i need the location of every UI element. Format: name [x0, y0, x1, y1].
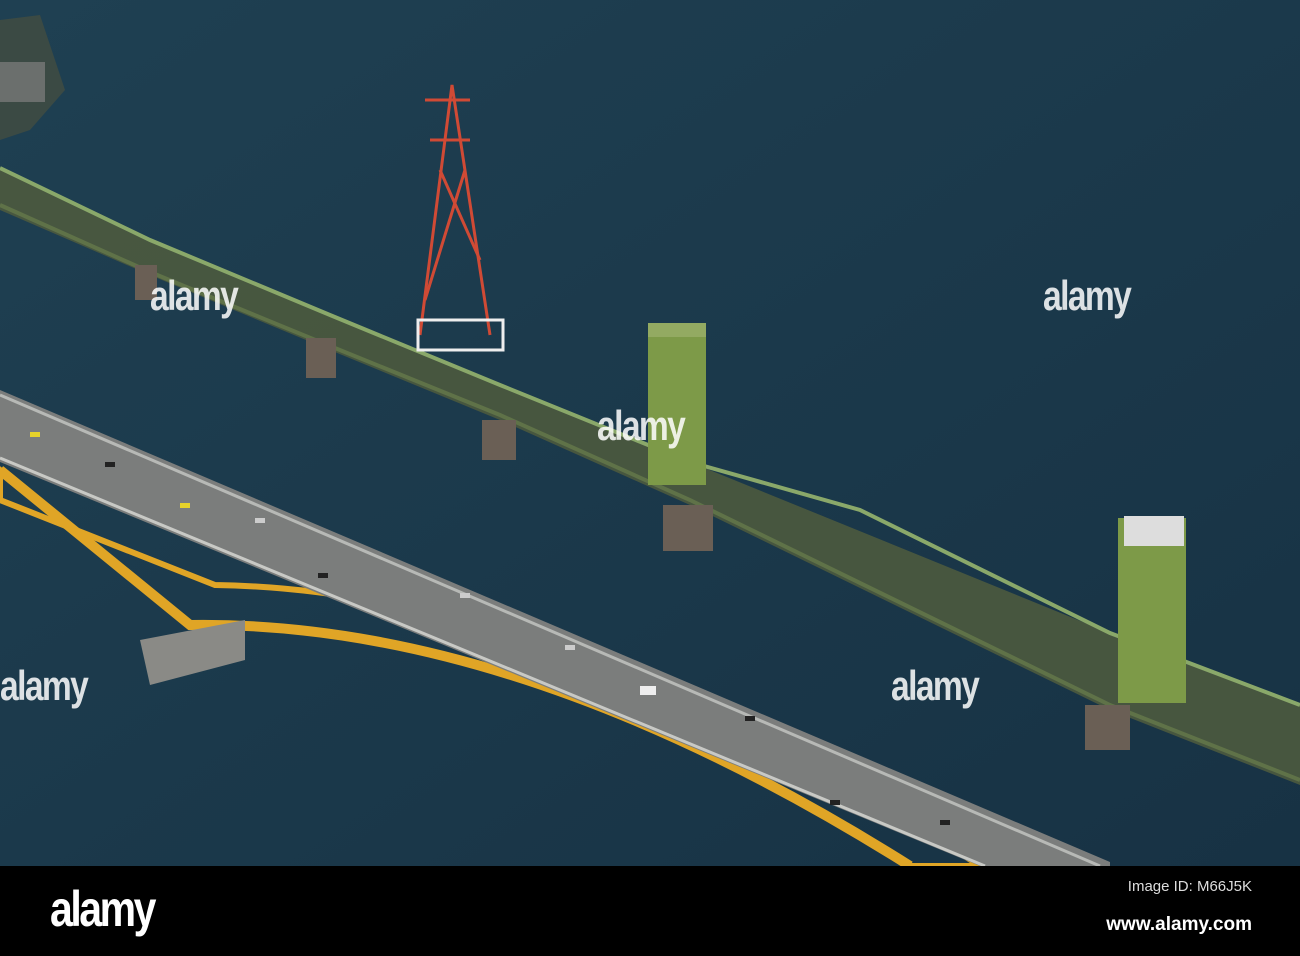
stock-photo-frame: alamy alamy alamy alamy alamy alamy Imag… [0, 0, 1300, 956]
pier [482, 420, 516, 460]
alamy-logo: alamy [50, 881, 156, 937]
image-id: Image ID: M66J5K [1127, 878, 1252, 895]
building [0, 62, 45, 102]
pier [306, 338, 336, 378]
footer-bar: alamy Image ID: M66J5K www.alamy.com [0, 866, 1300, 956]
watermark: alamy [0, 662, 89, 709]
watermark: alamy [597, 402, 686, 449]
watermark: alamy [891, 662, 980, 709]
pier [1085, 705, 1130, 750]
site-url[interactable]: www.alamy.com [1106, 914, 1252, 936]
pier [663, 505, 713, 551]
watermark: alamy [1043, 272, 1132, 319]
watermark: alamy [150, 272, 239, 319]
